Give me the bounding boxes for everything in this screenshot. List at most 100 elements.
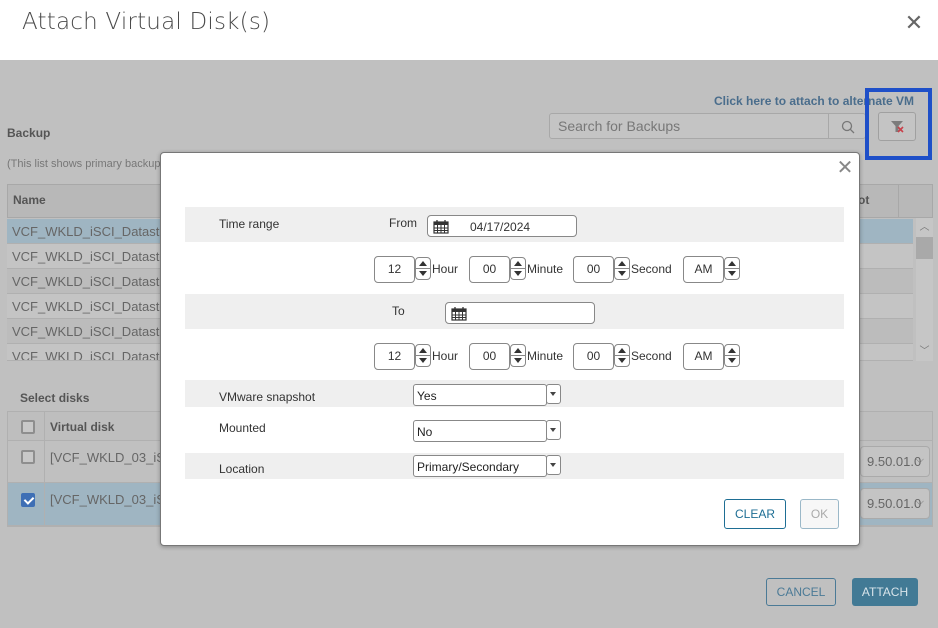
search-backups-input[interactable]: Search for Backups (549, 113, 829, 139)
filter-modal: ✕ Time range From 04/17/2024 12 Hour 00 … (160, 152, 860, 546)
search-icon (841, 120, 855, 134)
spinner-buttons[interactable] (415, 257, 431, 280)
dialog-title: Attach Virtual Disk(s) (22, 9, 271, 35)
close-icon[interactable]: ✕ (902, 12, 926, 36)
backup-name: VCF_WKLD_iSCI_Datastore (12, 324, 179, 339)
to-hour-input[interactable]: 12 (374, 343, 415, 370)
location-value[interactable]: Primary/Secondary (413, 455, 547, 477)
column-divider (44, 412, 45, 526)
hour-label: Hour (432, 262, 459, 276)
from-second-input[interactable]: 00 (573, 256, 614, 283)
mounted-value[interactable]: No (413, 420, 547, 442)
arrow-up-icon[interactable] (728, 348, 736, 353)
arrow-down-icon[interactable] (419, 271, 427, 276)
dialog-header: Attach Virtual Disk(s) ✕ (0, 0, 938, 60)
cancel-button[interactable]: CANCEL (766, 578, 836, 606)
backup-name: VCF_WKLD_iSCI_Datastore (12, 299, 179, 314)
list-note: (This list shows primary backup (7, 158, 161, 170)
second-label: Second (631, 349, 672, 363)
arrow-up-icon[interactable] (618, 348, 626, 353)
close-icon[interactable]: ✕ (835, 157, 855, 177)
dropdown-arrow-icon[interactable] (546, 455, 561, 475)
backup-name: VCF_WKLD_iSCI_Datastore (12, 349, 179, 361)
from-hour-input[interactable]: 12 (374, 256, 415, 283)
disk-checkbox-checked[interactable] (21, 493, 35, 507)
scroll-up-icon[interactable]: ︿ (916, 220, 933, 236)
to-label: To (392, 304, 405, 318)
spinner-buttons[interactable] (415, 344, 431, 367)
vmware-snapshot-row: VMware snapshot Yes (185, 380, 844, 407)
disk-name: [VCF_WKLD_03_iSCI (50, 450, 178, 465)
from-label: From (389, 216, 417, 230)
backup-name: VCF_WKLD_iSCI_Datastore (12, 274, 179, 289)
dropdown-arrow-icon[interactable] (546, 384, 561, 404)
minute-label: Minute (527, 349, 564, 363)
search-button[interactable] (828, 113, 866, 139)
from-ampm-input[interactable]: AM (683, 256, 724, 283)
column-header-name[interactable]: Name (13, 193, 46, 207)
arrow-down-icon[interactable] (618, 271, 626, 276)
spinner-buttons[interactable] (724, 257, 740, 280)
arrow-down-icon[interactable] (728, 271, 736, 276)
divider (511, 355, 525, 356)
to-date-row: To (185, 294, 844, 329)
time-range-from-row: Time range From 04/17/2024 (185, 207, 844, 242)
arrow-up-icon[interactable] (514, 261, 522, 266)
divider (725, 355, 739, 356)
to-date-input[interactable] (445, 302, 595, 324)
from-date-value: 04/17/2024 (470, 220, 531, 234)
arrow-down-icon[interactable] (618, 358, 626, 363)
divider (725, 268, 739, 269)
arrow-down-icon[interactable] (514, 358, 522, 363)
to-minute-input[interactable]: 00 (469, 343, 510, 370)
backup-label: Backup (7, 126, 51, 140)
scroll-down-icon[interactable]: ﹀ (916, 344, 933, 360)
clear-button[interactable]: CLEAR (724, 499, 786, 529)
disk-checkbox[interactable] (21, 450, 35, 464)
arrow-up-icon[interactable] (419, 261, 427, 266)
scrollbar-thumb[interactable] (916, 237, 933, 259)
chevron-down-icon: ⌵ (915, 496, 924, 508)
mounted-row: Mounted No (185, 415, 844, 451)
spinner-buttons[interactable] (614, 257, 630, 280)
arrow-up-icon[interactable] (728, 261, 736, 266)
select-all-checkbox[interactable] (21, 420, 35, 434)
backup-name: VCF_WKLD_iSCI_Datastore (12, 249, 179, 264)
arrow-down-icon[interactable] (514, 271, 522, 276)
arrow-up-icon[interactable] (514, 348, 522, 353)
mounted-label: Mounted (219, 421, 266, 435)
time-range-label: Time range (219, 217, 280, 231)
version-select[interactable]: 9.50.01.0 ⌵ (860, 446, 930, 477)
to-ampm-input[interactable]: AM (683, 343, 724, 370)
arrow-up-icon[interactable] (618, 261, 626, 266)
spinner-buttons[interactable] (510, 257, 526, 280)
chevron-down-icon: ⌵ (915, 454, 924, 466)
from-date-input[interactable]: 04/17/2024 (427, 215, 577, 237)
arrow-up-icon[interactable] (419, 348, 427, 353)
select-disks-label: Select disks (20, 391, 90, 405)
version-select[interactable]: 9.50.01.0 ⌵ (860, 488, 930, 519)
divider (615, 355, 629, 356)
version-value: 9.50.01.0 (867, 454, 922, 469)
second-label: Second (631, 262, 672, 276)
calendar-icon (451, 307, 467, 321)
location-label: Location (219, 462, 265, 476)
from-minute-input[interactable]: 00 (469, 256, 510, 283)
spinner-buttons[interactable] (614, 344, 630, 367)
attach-button[interactable]: ATTACH (852, 578, 918, 606)
divider (416, 268, 430, 269)
location-row: Location Primary/Secondary (185, 453, 844, 479)
to-second-input[interactable]: 00 (573, 343, 614, 370)
ok-button[interactable]: OK (800, 499, 839, 529)
spinner-buttons[interactable] (724, 344, 740, 367)
arrow-down-icon[interactable] (419, 358, 427, 363)
vmware-snapshot-value[interactable]: Yes (413, 384, 547, 406)
backup-name: VCF_WKLD_iSCI_Datastore (12, 224, 179, 239)
dropdown-arrow-icon[interactable] (546, 420, 561, 440)
column-divider (898, 185, 899, 218)
disk-name: [VCF_WKLD_03_iSCI (50, 492, 178, 507)
spinner-buttons[interactable] (510, 344, 526, 367)
version-value: 9.50.01.0 (867, 496, 922, 511)
divider (416, 355, 430, 356)
arrow-down-icon[interactable] (728, 358, 736, 363)
